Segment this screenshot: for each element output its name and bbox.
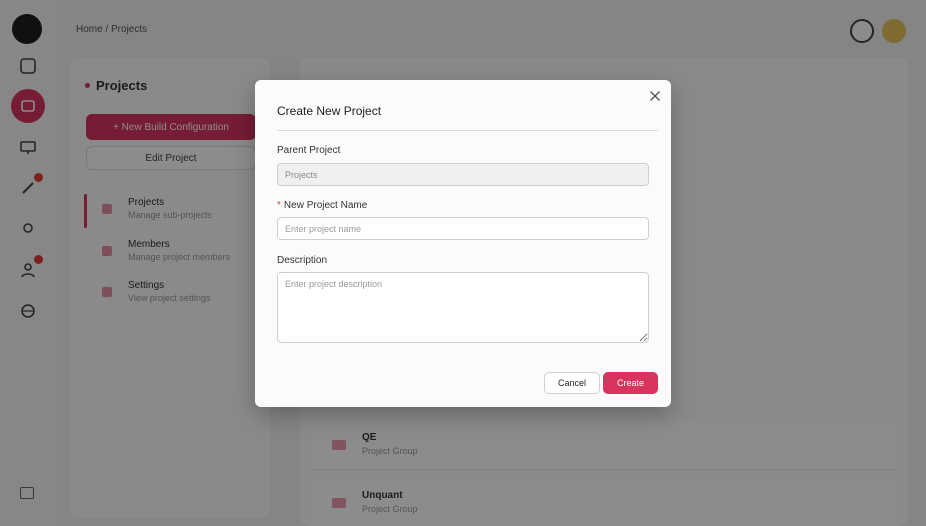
divider — [277, 130, 658, 131]
description-textarea[interactable] — [277, 272, 649, 343]
parent-project-label: Parent Project — [277, 145, 341, 156]
cancel-button[interactable]: Cancel — [544, 372, 600, 394]
project-name-label: * New Project Name — [277, 200, 367, 211]
dialog-title: Create New Project — [277, 104, 382, 118]
description-label: Description — [277, 255, 328, 266]
project-name-input[interactable] — [277, 217, 649, 240]
project-name-label-text: New Project Name — [283, 200, 368, 211]
close-icon[interactable] — [648, 89, 662, 103]
required-mark: * — [277, 200, 281, 211]
parent-project-field — [277, 163, 649, 186]
create-project-dialog: Create New Project Parent Project *New P… — [255, 80, 671, 407]
create-button[interactable]: Create — [603, 372, 658, 394]
